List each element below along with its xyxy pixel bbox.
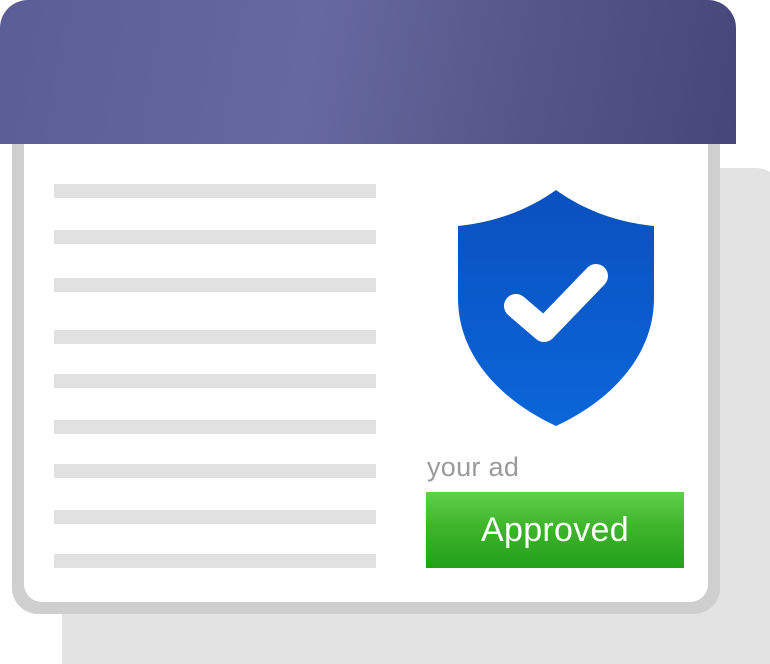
placeholder-line	[54, 374, 376, 388]
placeholder-line	[54, 510, 376, 524]
approved-status-badge: Approved	[426, 492, 684, 568]
placeholder-line	[54, 330, 376, 344]
shield-check-icon	[458, 190, 654, 426]
placeholder-line	[54, 184, 376, 198]
placeholder-line	[54, 278, 376, 292]
placeholder-line	[54, 420, 376, 434]
illustration: your ad Approved	[0, 0, 770, 664]
placeholder-line	[54, 230, 376, 244]
placeholder-text-block	[54, 0, 376, 664]
placeholder-line	[54, 464, 376, 478]
ad-caption: your ad	[427, 452, 520, 482]
placeholder-line	[54, 554, 376, 568]
